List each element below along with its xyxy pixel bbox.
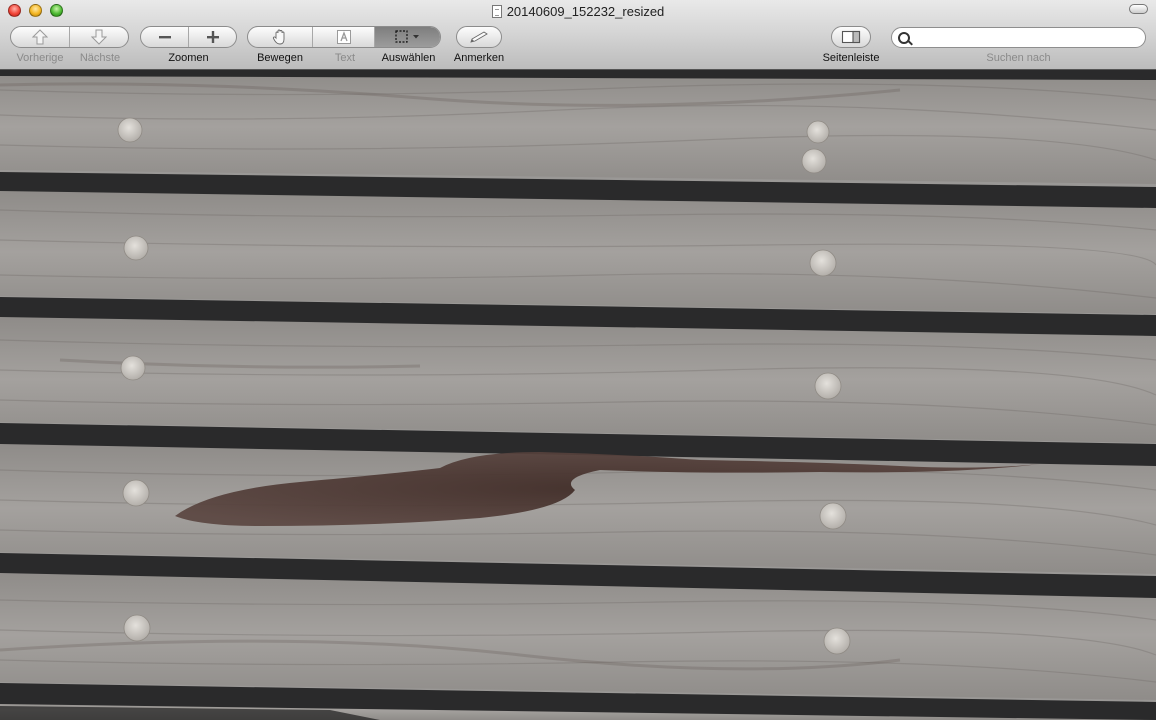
window-title: 20140609_152232_resized — [0, 4, 1156, 19]
annotate-label: Anmerken — [453, 52, 505, 64]
window-titlebar-toolbar: 20140609_152232_resized Vorherige Nächst… — [0, 0, 1156, 70]
sidebar-button[interactable] — [832, 27, 870, 47]
next-button[interactable] — [70, 27, 128, 47]
search-field[interactable] — [891, 27, 1146, 48]
marquee-select-icon — [394, 30, 419, 43]
plus-icon — [206, 31, 219, 43]
arrow-up-icon — [32, 29, 48, 45]
toolbar-toggle-button[interactable] — [1129, 4, 1148, 14]
minus-icon — [158, 36, 171, 39]
sidebar-label: Seitenleiste — [822, 52, 880, 64]
move-tool-button[interactable] — [248, 27, 313, 47]
annotate-group — [456, 26, 502, 48]
arrow-down-icon — [91, 29, 107, 45]
sidebar-icon — [841, 30, 861, 44]
image-viewer[interactable] — [0, 70, 1156, 720]
previous-label: Vorherige — [16, 52, 64, 64]
zoom-out-button[interactable] — [141, 27, 189, 47]
search-icon — [898, 32, 910, 44]
previous-button[interactable] — [11, 27, 70, 47]
move-label: Bewegen — [257, 52, 303, 64]
hand-icon — [272, 29, 285, 45]
text-tool-button[interactable] — [313, 27, 375, 47]
search-label: Suchen nach — [986, 52, 1051, 64]
search-input[interactable] — [914, 29, 1143, 48]
text-tool-icon — [336, 30, 351, 44]
sidebar-group — [831, 26, 871, 48]
next-label: Nächste — [79, 52, 121, 64]
page-navigation-group — [10, 26, 129, 48]
deck-photo — [0, 70, 1156, 720]
document-icon — [491, 5, 502, 18]
tool-mode-group — [247, 26, 441, 48]
zoom-in-button[interactable] — [189, 27, 236, 47]
zoom-label: Zoomen — [168, 52, 209, 64]
deck-planks — [0, 70, 1156, 720]
annotate-button[interactable] — [457, 27, 501, 47]
text-label: Text — [334, 52, 356, 64]
select-tool-button[interactable] — [375, 27, 440, 47]
window-title-text: 20140609_152232_resized — [506, 4, 665, 19]
zoom-group — [140, 26, 237, 48]
select-label: Auswählen — [381, 52, 436, 64]
pencil-icon — [470, 31, 488, 43]
